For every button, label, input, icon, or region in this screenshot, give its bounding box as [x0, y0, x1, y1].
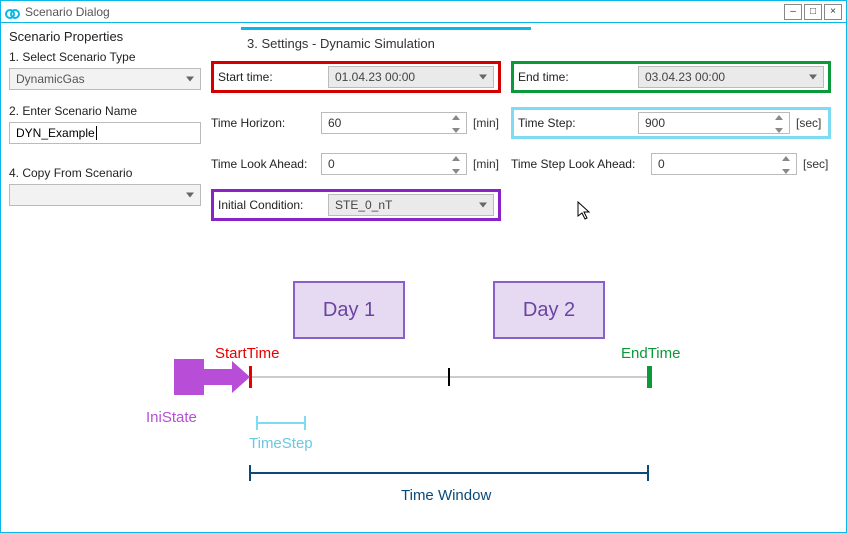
time-step-look-ahead-label: Time Step Look Ahead: — [511, 157, 651, 171]
start-time-label: Start time: — [218, 70, 328, 84]
timeline-diagram: Day 1 Day 2 StartTime EndTime IniState T… — [1, 281, 846, 521]
time-horizon-group: Time Horizon: 60 [min] — [211, 107, 501, 139]
end-time-diagram-label: EndTime — [621, 345, 680, 362]
timewindow-bracket — [249, 465, 649, 481]
chevron-down-icon — [809, 75, 817, 80]
initial-condition-value: STE_0_nT — [335, 198, 392, 212]
scenario-type-combo[interactable]: DynamicGas — [9, 68, 201, 90]
window-title: Scenario Dialog — [25, 5, 110, 19]
maximize-button[interactable]: □ — [804, 4, 822, 20]
timestep-label: TimeStep — [249, 435, 313, 452]
time-step-look-ahead-value: 0 — [658, 157, 665, 171]
time-step-field[interactable]: 900 — [638, 112, 790, 134]
start-time-diagram-label: StartTime — [215, 345, 279, 362]
start-time-value: 01.04.23 00:00 — [335, 70, 415, 84]
end-tick — [647, 366, 652, 388]
time-look-ahead-group: Time Look Ahead: 0 [min] — [211, 153, 501, 175]
time-step-look-ahead-unit: [sec] — [797, 157, 831, 171]
close-button[interactable]: × — [824, 4, 842, 20]
spinner-icon[interactable] — [452, 156, 462, 174]
time-horizon-label: Time Horizon: — [211, 116, 321, 130]
copy-from-combo[interactable] — [9, 184, 201, 206]
end-time-value: 03.04.23 00:00 — [645, 70, 725, 84]
settings-grid: Start time: 01.04.23 00:00 End time: 03.… — [211, 61, 836, 221]
text-cursor — [96, 126, 97, 140]
section-title: 3. Settings - Dynamic Simulation — [241, 27, 531, 61]
initial-condition-field[interactable]: STE_0_nT — [328, 194, 494, 216]
step4-label: 4. Copy From Scenario — [9, 166, 201, 180]
initial-condition-label: Initial Condition: — [218, 198, 328, 212]
app-icon — [5, 5, 19, 19]
spinner-icon[interactable] — [782, 156, 792, 174]
time-step-unit: [sec] — [790, 116, 824, 130]
end-time-field[interactable]: 03.04.23 00:00 — [638, 66, 824, 88]
end-time-group: End time: 03.04.23 00:00 — [511, 61, 831, 93]
timestep-bracket — [256, 416, 306, 430]
time-horizon-value: 60 — [328, 116, 341, 130]
mid-tick — [448, 368, 450, 386]
inistate-block — [174, 359, 204, 395]
step2-label: 2. Enter Scenario Name — [9, 104, 201, 118]
time-horizon-field[interactable]: 60 — [321, 112, 467, 134]
spinner-icon[interactable] — [452, 115, 462, 133]
main-panel: 3. Settings - Dynamic Simulation Start t… — [207, 27, 840, 221]
time-step-look-ahead-group: Time Step Look Ahead: 0 [sec] — [511, 153, 831, 175]
time-step-value: 900 — [645, 116, 665, 130]
time-step-look-ahead-field[interactable]: 0 — [651, 153, 797, 175]
scenario-dialog-window: Scenario Dialog – □ × Scenario Propertie… — [0, 0, 847, 533]
timewindow-label: Time Window — [401, 487, 491, 504]
time-look-ahead-label: Time Look Ahead: — [211, 157, 321, 171]
inistate-label: IniState — [146, 409, 197, 426]
chevron-down-icon — [186, 77, 194, 82]
spinner-icon[interactable] — [775, 115, 785, 133]
time-look-ahead-value: 0 — [328, 157, 335, 171]
scenario-name-input[interactable]: DYN_Example — [9, 122, 201, 144]
time-step-label: Time Step: — [518, 116, 638, 130]
initial-condition-group: Initial Condition: STE_0_nT — [211, 189, 501, 221]
inistate-arrow-stem — [204, 369, 232, 385]
step1-label: 1. Select Scenario Type — [9, 50, 201, 64]
minimize-button[interactable]: – — [784, 4, 802, 20]
time-step-group: Time Step: 900 [sec] — [511, 107, 831, 139]
day1-box: Day 1 — [293, 281, 405, 339]
start-time-field[interactable]: 01.04.23 00:00 — [328, 66, 494, 88]
window-buttons: – □ × — [782, 4, 842, 20]
chevron-down-icon — [479, 203, 487, 208]
time-look-ahead-field[interactable]: 0 — [321, 153, 467, 175]
sidebar: Scenario Properties 1. Select Scenario T… — [7, 27, 207, 221]
end-time-label: End time: — [518, 70, 638, 84]
day2-box: Day 2 — [493, 281, 605, 339]
start-time-group: Start time: 01.04.23 00:00 — [211, 61, 501, 93]
chevron-down-icon — [479, 75, 487, 80]
time-look-ahead-unit: [min] — [467, 157, 501, 171]
scenario-type-value: DynamicGas — [16, 72, 85, 86]
chevron-down-icon — [186, 193, 194, 198]
titlebar: Scenario Dialog – □ × — [1, 1, 846, 23]
sidebar-heading: Scenario Properties — [9, 29, 201, 44]
scenario-name-value: DYN_Example — [16, 126, 95, 140]
inistate-arrow-head-icon — [232, 361, 250, 393]
time-horizon-unit: [min] — [467, 116, 501, 130]
